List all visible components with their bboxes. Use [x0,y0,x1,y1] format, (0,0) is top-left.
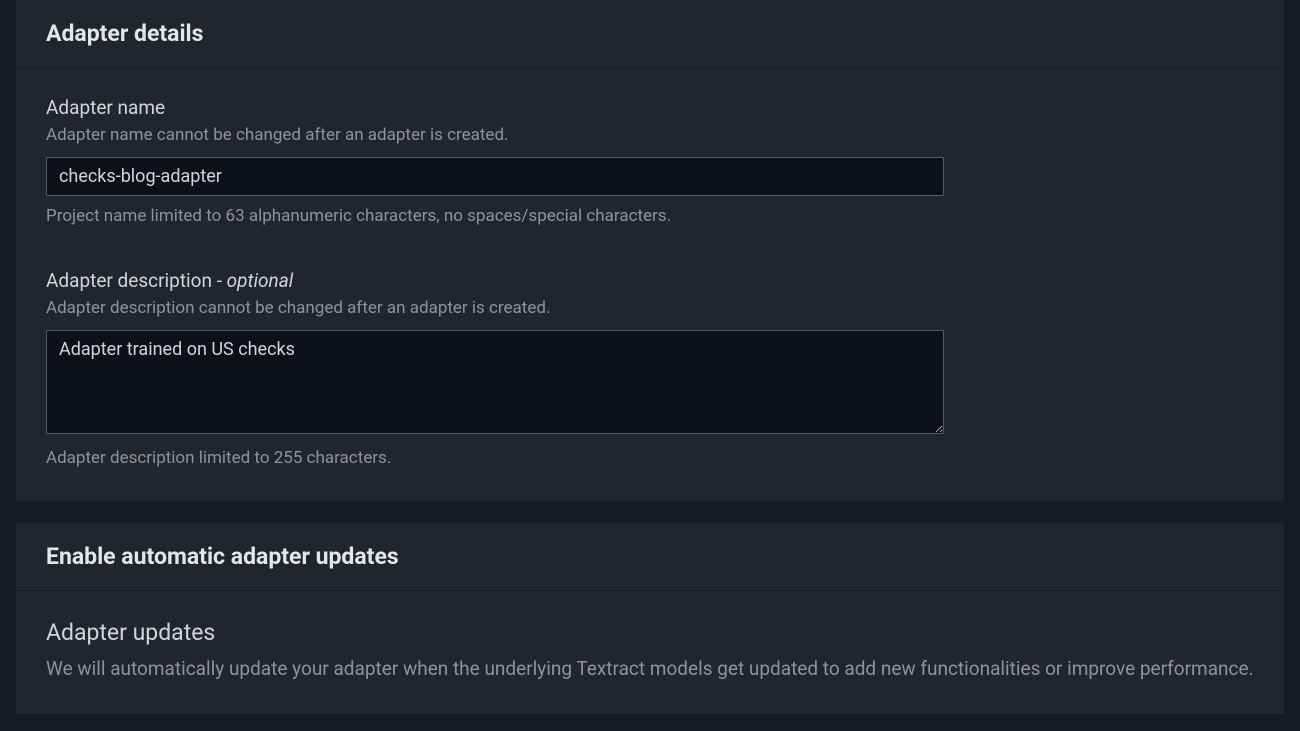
adapter-description-label-text: Adapter description - [46,269,227,292]
adapter-description-label: Adapter description - optional [46,269,1254,292]
auto-updates-header: Enable automatic adapter updates [16,523,1284,591]
adapter-name-hint-bottom: Project name limited to 63 alphanumeric … [46,204,1254,230]
adapter-name-input[interactable] [46,157,944,196]
adapter-description-hint-bottom: Adapter description limited to 255 chara… [46,446,1254,472]
adapter-details-header: Adapter details [16,0,1284,68]
adapter-updates-body-text: We will automatically update your adapte… [46,654,1254,684]
adapter-description-optional: optional [227,269,294,292]
auto-updates-body: Adapter updates We will automatically up… [16,591,1284,714]
adapter-details-body: Adapter name Adapter name cannot be chan… [16,68,1284,501]
auto-updates-heading: Enable automatic adapter updates [46,543,1254,570]
adapter-name-hint-top: Adapter name cannot be changed after an … [46,123,1254,149]
adapter-description-hint-top: Adapter description cannot be changed af… [46,296,1254,322]
adapter-updates-subheading: Adapter updates [46,619,1254,646]
adapter-name-field: Adapter name Adapter name cannot be chan… [46,96,1254,229]
adapter-details-panel: Adapter details Adapter name Adapter nam… [16,0,1284,501]
adapter-description-input[interactable]: Adapter trained on US checks [46,330,944,434]
adapter-name-label: Adapter name [46,96,1254,119]
adapter-details-heading: Adapter details [46,20,1254,47]
adapter-description-field: Adapter description - optional Adapter d… [46,269,1254,471]
auto-updates-panel: Enable automatic adapter updates Adapter… [16,523,1284,714]
